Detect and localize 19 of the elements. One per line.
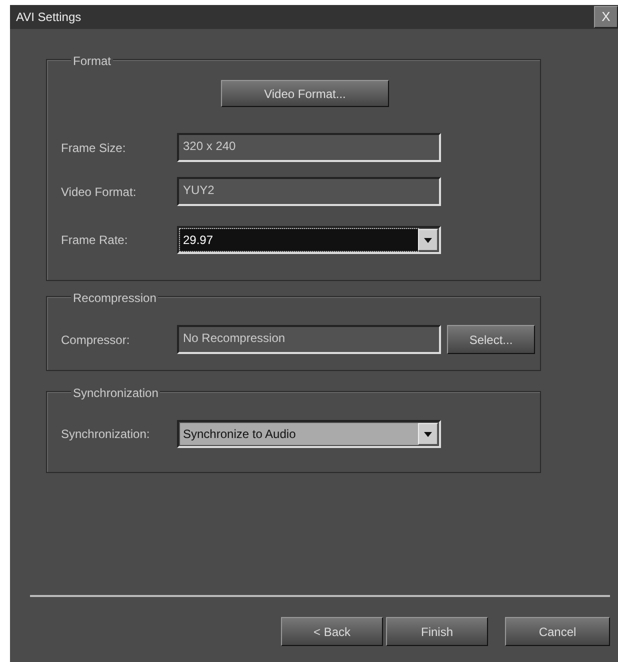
field-label: Video Format: xyxy=(61,184,138,200)
dropdown[interactable]: 29.97 xyxy=(177,226,441,254)
close-button[interactable]: X xyxy=(594,6,618,28)
dialog-button[interactable]: Cancel xyxy=(505,617,610,646)
caret-icon xyxy=(424,238,432,242)
dialog-button[interactable]: Finish xyxy=(386,617,488,646)
caret-icon xyxy=(424,432,432,436)
field-label: Frame Rate: xyxy=(61,232,129,249)
field-label: Frame Size: xyxy=(61,140,127,156)
video-format-button[interactable]: Video Format... xyxy=(221,80,389,107)
field-label: Compressor: xyxy=(61,332,131,348)
dialog-button[interactable]: < Back xyxy=(281,617,383,646)
window-title: AVI Settings xyxy=(16,9,82,26)
text-field[interactable]: 320 x 240 xyxy=(177,133,441,162)
text-field[interactable]: No Recompression xyxy=(177,325,441,354)
dropdown[interactable]: Synchronize to Audio xyxy=(177,420,441,448)
field-label: Synchronization: xyxy=(61,426,151,443)
select-button[interactable]: Select... xyxy=(447,325,535,354)
text-field[interactable]: YUY2 xyxy=(177,177,441,206)
